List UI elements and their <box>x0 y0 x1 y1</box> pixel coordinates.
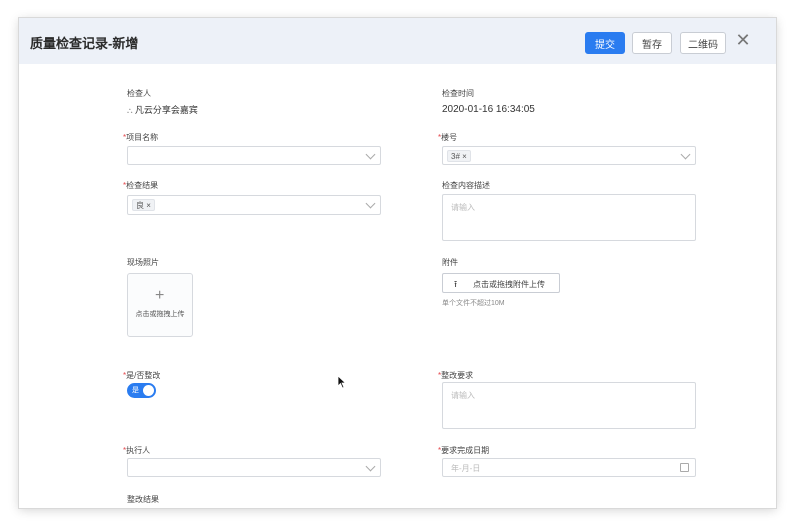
building-label: *楼号 <box>438 133 458 142</box>
chevron-down-icon <box>365 149 376 160</box>
inspect-desc-placeholder: 请输入 <box>451 203 475 212</box>
chevron-down-icon <box>680 149 691 160</box>
inspector-label: 检查人 <box>127 89 151 98</box>
chevron-down-icon <box>365 461 376 472</box>
chevron-down-icon <box>365 198 376 209</box>
deadline-placeholder: 年-月-日 <box>451 464 481 473</box>
inspect-result-label: *检查结果 <box>123 181 159 190</box>
attachment-label: 附件 <box>442 258 458 267</box>
project-name-select[interactable] <box>127 146 381 165</box>
inspect-time-value: 2020-01-16 16:34:05 <box>442 104 535 115</box>
inspect-result-select[interactable]: 良 × <box>127 195 381 215</box>
inspect-time-label: 检查时间 <box>442 89 474 98</box>
executor-select[interactable] <box>127 458 381 477</box>
toggle-text: 是 <box>132 387 139 394</box>
dialog-window: 质量检查记录-新增 提交 暂存 二维码 ✕ 检查人 ⛬ 凡云分享会嘉宾 检查时间… <box>19 18 776 508</box>
photo-upload-text: 点击或拖拽上传 <box>135 311 185 318</box>
inspect-desc-textarea[interactable]: 请输入 <box>442 194 696 241</box>
inspect-desc-label: 检查内容描述 <box>442 181 490 190</box>
executor-label: *执行人 <box>123 446 151 455</box>
rectify-require-label: *整改要求 <box>438 371 474 380</box>
building-tag[interactable]: 3# × <box>447 150 471 162</box>
submit-button[interactable]: 提交 <box>585 32 625 54</box>
close-icon[interactable]: ✕ <box>735 30 751 50</box>
site-photos-label: 现场照片 <box>127 258 159 267</box>
dialog-header: 质量检查记录-新增 提交 暂存 二维码 ✕ <box>19 18 776 64</box>
tag-close-icon[interactable]: × <box>462 152 467 161</box>
deadline-datepicker[interactable]: 年-月-日 <box>442 458 696 477</box>
inspect-result-tag[interactable]: 良 × <box>132 199 155 211</box>
need-rectify-label: *是/否整改 <box>123 371 161 380</box>
rectify-require-placeholder: 请输入 <box>451 391 475 400</box>
mouse-cursor-icon <box>337 375 347 389</box>
attachment-hint: 单个文件不超过10M <box>442 300 505 307</box>
qrcode-button[interactable]: 二维码 <box>680 32 726 54</box>
attachment-upload-button[interactable]: ⭱ 点击或拖拽附件上传 <box>442 273 560 293</box>
deadline-label: *要求完成日期 <box>438 446 490 455</box>
rectify-require-textarea[interactable]: 请输入 <box>442 382 696 429</box>
photo-upload-box[interactable]: + 点击或拖拽上传 <box>127 273 193 337</box>
rectify-result-label: 整改结果 <box>127 495 159 504</box>
dialog-title: 质量检查记录-新增 <box>30 36 139 51</box>
save-draft-button[interactable]: 暂存 <box>632 32 672 54</box>
toggle-knob <box>143 385 154 396</box>
plus-icon: + <box>155 287 165 304</box>
calendar-icon[interactable] <box>680 463 689 472</box>
building-select[interactable]: 3# × <box>442 146 696 165</box>
upload-icon: ⭱ <box>454 279 458 289</box>
need-rectify-toggle[interactable]: 是 <box>127 383 156 398</box>
inspector-value: ⛬ 凡云分享会嘉宾 <box>127 105 198 115</box>
tag-close-icon[interactable]: × <box>146 201 151 210</box>
project-name-label: *项目名称 <box>123 133 159 142</box>
user-icon: ⛬ <box>127 106 135 115</box>
